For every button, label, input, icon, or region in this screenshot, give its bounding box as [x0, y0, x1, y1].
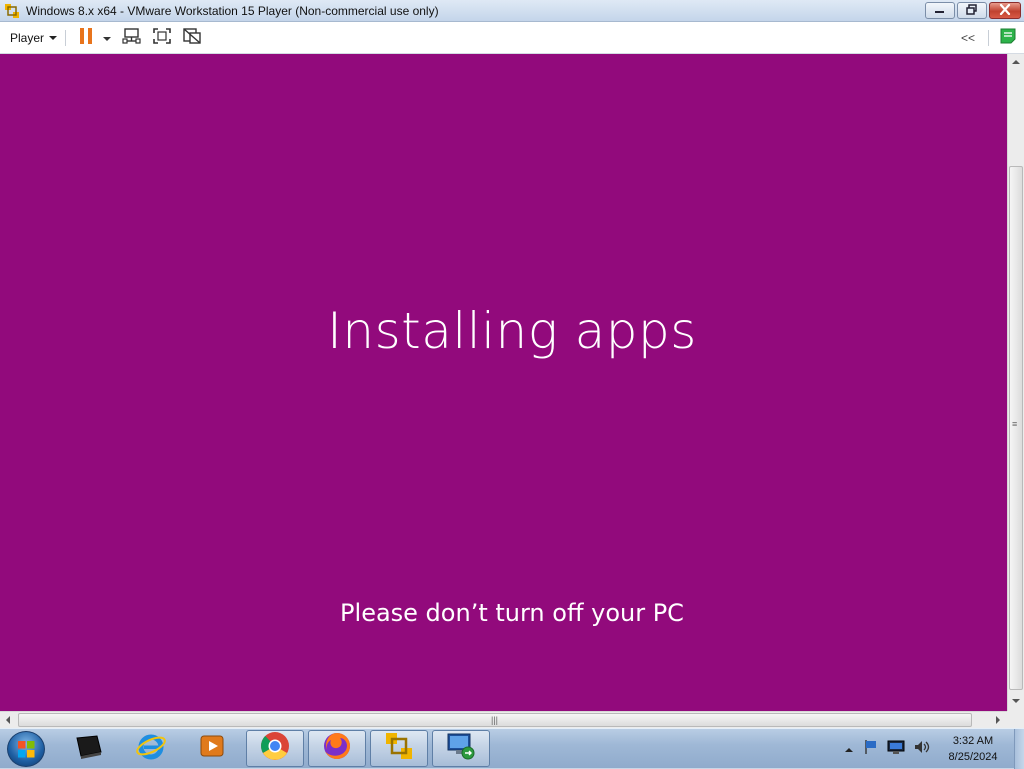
collapse-toolbar-button[interactable]: << [956, 28, 980, 48]
window-title: Windows 8.x x64 - VMware Workstation 15 … [26, 4, 439, 18]
install-heading: Installing apps [327, 302, 697, 360]
window-title-bar[interactable]: Windows 8.x x64 - VMware Workstation 15 … [0, 0, 1024, 22]
grip-icon: ≡ [1012, 419, 1018, 429]
remote-desktop-icon [445, 730, 477, 767]
toolbar-divider [988, 30, 989, 46]
network-icon[interactable] [887, 739, 905, 760]
fit-guest-button[interactable] [151, 27, 173, 50]
fullscreen-icon [152, 27, 172, 50]
unity-button[interactable] [181, 27, 203, 50]
install-subtext: Please don’t turn off your PC [340, 599, 684, 627]
scroll-right-arrow-icon[interactable] [996, 716, 1000, 724]
pause-icon [79, 27, 93, 50]
action-center-flag-icon[interactable] [863, 739, 879, 760]
vm-display[interactable]: Installing apps Please don’t turn off yo… [0, 54, 1007, 711]
clock-time: 3:32 AM [952, 735, 994, 747]
minimize-button[interactable] [925, 2, 955, 19]
vertical-scroll-thumb[interactable]: ≡ [1009, 166, 1023, 690]
volume-icon[interactable] [913, 739, 931, 760]
player-toolbar: Player << [0, 22, 1024, 54]
pause-button[interactable] [77, 27, 95, 50]
close-button[interactable] [989, 2, 1021, 19]
scroll-down-arrow-icon[interactable] [1012, 699, 1020, 703]
player-menu[interactable]: Player [6, 29, 61, 47]
taskbar-app-firefox[interactable] [308, 730, 366, 767]
network-computer-icon [122, 27, 142, 50]
unity-mode-icon [182, 27, 202, 50]
grip-icon: ||| [491, 715, 499, 725]
note-icon [999, 27, 1017, 50]
windows-logo-icon [18, 741, 35, 763]
taskbar: 3:32 AM 8/25/2024 [0, 728, 1024, 769]
taskbar-clock[interactable]: 3:32 AM 8/25/2024 [936, 733, 1010, 765]
close-icon [999, 2, 1011, 20]
collapse-label: << [960, 31, 975, 45]
start-button[interactable] [7, 731, 45, 767]
media-device-icon [73, 732, 105, 765]
scroll-left-arrow-icon[interactable] [6, 716, 10, 724]
chrome-icon [259, 730, 291, 767]
taskbar-app-device[interactable] [60, 730, 118, 767]
toolbar-divider [65, 30, 66, 46]
horizontal-scroll-thumb[interactable]: ||| [18, 713, 972, 727]
taskbar-app-internet-explorer[interactable] [122, 730, 180, 767]
taskbar-app-media-player[interactable] [184, 730, 242, 767]
media-player-icon [198, 731, 228, 766]
send-ctrl-alt-del-button[interactable] [121, 27, 143, 50]
restore-button[interactable] [957, 2, 987, 19]
taskbar-app-chrome[interactable] [246, 730, 304, 767]
clock-date: 8/25/2024 [948, 751, 998, 763]
show-desktop-button[interactable] [1014, 729, 1024, 769]
restore-icon [966, 2, 978, 20]
firefox-icon [321, 730, 353, 767]
taskbar-app-remote-desktop[interactable] [432, 730, 490, 767]
player-menu-label: Player [10, 31, 45, 45]
vertical-scrollbar[interactable]: ≡ [1007, 54, 1024, 711]
vmware-icon [383, 730, 415, 767]
minimize-icon [934, 2, 946, 20]
chevron-down-icon [49, 36, 58, 40]
scroll-up-arrow-icon[interactable] [1012, 60, 1020, 64]
internet-explorer-icon [135, 730, 167, 767]
vmware-app-icon [4, 3, 20, 19]
taskbar-app-vmware[interactable] [370, 730, 428, 767]
power-options-dropdown[interactable] [100, 28, 114, 48]
chevron-down-icon [102, 29, 112, 47]
scrollbar-corner [1007, 711, 1024, 728]
message-log-button[interactable] [997, 28, 1019, 48]
show-hidden-icons-chevron-icon[interactable] [845, 740, 853, 758]
horizontal-scrollbar[interactable]: ||| [0, 711, 1007, 728]
system-tray [845, 735, 931, 763]
